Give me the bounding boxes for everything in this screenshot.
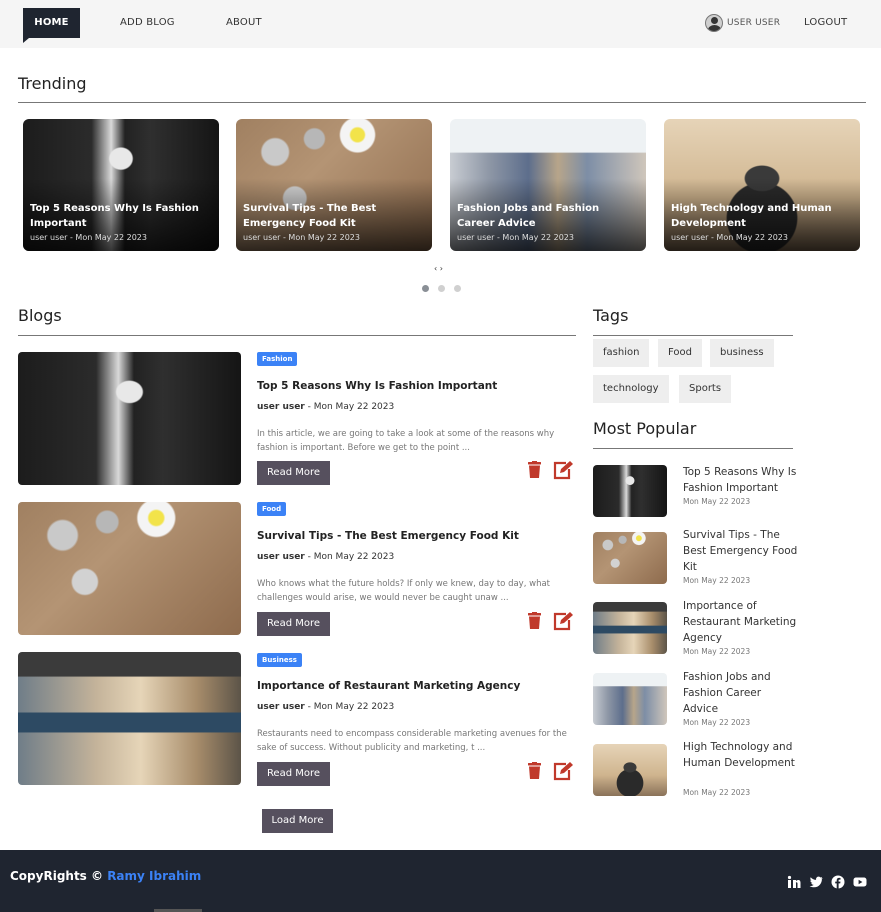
blog-byline: user user - Mon May 22 2023 bbox=[257, 402, 394, 412]
popular-post-title[interactable]: High Technology and Human Development bbox=[683, 739, 798, 771]
read-more-button[interactable]: Read More bbox=[257, 612, 330, 636]
divider bbox=[593, 335, 793, 336]
popular-post-image[interactable] bbox=[593, 602, 667, 654]
popular-post-image[interactable] bbox=[593, 532, 667, 584]
facebook-icon[interactable] bbox=[831, 874, 845, 889]
trending-card-title: Fashion Jobs and Fashion Career Advice bbox=[457, 203, 600, 229]
top-navbar: HOME ADD BLOG ABOUT USER USER LOGOUT bbox=[0, 0, 881, 48]
twitter-icon[interactable] bbox=[809, 874, 823, 888]
tag-business[interactable]: business bbox=[710, 339, 774, 367]
tag-fashion[interactable]: fashion bbox=[593, 339, 650, 367]
blog-byline: user user - Mon May 22 2023 bbox=[257, 552, 394, 562]
popular-post-date: Mon May 22 2023 bbox=[683, 497, 751, 506]
trending-card[interactable]: High Technology and Human Development us… bbox=[664, 119, 860, 251]
nav-about-link[interactable]: ABOUT bbox=[226, 8, 262, 38]
load-more-button[interactable]: Load More bbox=[262, 809, 333, 833]
blogs-heading: Blogs bbox=[18, 306, 62, 325]
popular-post-title[interactable]: Top 5 Reasons Why Is Fashion Important bbox=[683, 464, 798, 496]
blog-image[interactable] bbox=[18, 352, 241, 485]
copyright-text: CopyRights © bbox=[10, 869, 108, 883]
blog-title[interactable]: Top 5 Reasons Why Is Fashion Important bbox=[257, 380, 497, 392]
blog-date: - Mon May 22 2023 bbox=[304, 702, 395, 712]
category-badge[interactable]: Business bbox=[257, 653, 302, 667]
trending-card[interactable]: Survival Tips - The Best Emergency Food … bbox=[236, 119, 432, 251]
blog-date: - Mon May 22 2023 bbox=[304, 552, 395, 562]
most-popular-heading: Most Popular bbox=[593, 419, 697, 438]
tag-food[interactable]: Food bbox=[658, 339, 702, 367]
nav-home-link[interactable]: HOME bbox=[23, 8, 80, 43]
edit-icon[interactable] bbox=[552, 611, 574, 631]
youtube-icon[interactable] bbox=[853, 874, 867, 888]
blog-title[interactable]: Survival Tips - The Best Emergency Food … bbox=[257, 530, 519, 542]
tag-sports[interactable]: Sports bbox=[679, 375, 732, 403]
popular-post-date: Mon May 22 2023 bbox=[683, 718, 751, 727]
blog-author: user user bbox=[257, 402, 305, 412]
category-badge[interactable]: Fashion bbox=[257, 352, 298, 366]
user-profile-link[interactable]: USER USER bbox=[705, 8, 780, 38]
trash-icon[interactable] bbox=[527, 612, 542, 629]
blog-author: user user bbox=[257, 552, 305, 562]
divider bbox=[593, 448, 793, 449]
blog-author: user user bbox=[257, 702, 305, 712]
category-badge[interactable]: Food bbox=[257, 502, 287, 516]
read-more-button[interactable]: Read More bbox=[257, 762, 330, 786]
popular-post-date: Mon May 22 2023 bbox=[683, 576, 751, 585]
trending-card-title: Top 5 Reasons Why Is Fashion Important bbox=[30, 203, 199, 229]
blog-excerpt: Restaurants need to encompass considerab… bbox=[257, 729, 567, 753]
tag-technology[interactable]: technology bbox=[593, 375, 669, 403]
linkedin-icon[interactable] bbox=[787, 874, 801, 888]
blog-title[interactable]: Importance of Restaurant Marketing Agenc… bbox=[257, 680, 520, 692]
carousel-dot[interactable] bbox=[454, 285, 461, 292]
trending-card-title: Survival Tips - The Best Emergency Food … bbox=[243, 203, 377, 229]
nav-logout-link[interactable]: LOGOUT bbox=[804, 8, 847, 38]
popular-post-title[interactable]: Importance of Restaurant Marketing Agenc… bbox=[683, 598, 798, 646]
edit-icon[interactable] bbox=[552, 460, 574, 480]
copyright: CopyRights © Ramy Ibrahim bbox=[10, 869, 201, 883]
trending-card-meta: user user - Mon May 22 2023 bbox=[30, 233, 147, 242]
popular-post-date: Mon May 22 2023 bbox=[683, 788, 751, 797]
trending-heading: Trending bbox=[18, 74, 87, 93]
trending-card-title: High Technology and Human Development bbox=[671, 203, 832, 229]
footer: CopyRights © Ramy Ibrahim bbox=[0, 850, 881, 912]
trending-card-meta: user user - Mon May 22 2023 bbox=[671, 233, 788, 242]
read-more-button[interactable]: Read More bbox=[257, 461, 330, 485]
blog-date: - Mon May 22 2023 bbox=[304, 402, 395, 412]
popular-post-title[interactable]: Fashion Jobs and Fashion Career Advice bbox=[683, 669, 798, 717]
tags-heading: Tags bbox=[593, 306, 629, 325]
nav-add-blog-link[interactable]: ADD BLOG bbox=[120, 8, 175, 38]
divider bbox=[18, 102, 866, 103]
carousel-dot[interactable] bbox=[438, 285, 445, 292]
user-name: USER USER bbox=[727, 18, 781, 28]
avatar bbox=[705, 14, 723, 32]
trending-card[interactable]: Fashion Jobs and Fashion Career Advice u… bbox=[450, 119, 646, 251]
blog-excerpt: In this article, we are going to take a … bbox=[257, 429, 555, 453]
popular-post-date: Mon May 22 2023 bbox=[683, 647, 751, 656]
popular-post-image[interactable] bbox=[593, 673, 667, 725]
blog-image[interactable] bbox=[18, 652, 241, 785]
popular-post-image[interactable] bbox=[593, 465, 667, 517]
trending-card-meta: user user - Mon May 22 2023 bbox=[243, 233, 360, 242]
popular-post-title[interactable]: Survival Tips - The Best Emergency Food … bbox=[683, 527, 798, 575]
blog-image[interactable] bbox=[18, 502, 241, 635]
trash-icon[interactable] bbox=[527, 762, 542, 779]
divider bbox=[18, 335, 576, 336]
blog-excerpt: Who knows what the future holds? If only… bbox=[257, 579, 550, 603]
trending-card[interactable]: Top 5 Reasons Why Is Fashion Important u… bbox=[23, 119, 219, 251]
carousel-arrows[interactable]: ‹ › bbox=[434, 264, 443, 273]
blog-byline: user user - Mon May 22 2023 bbox=[257, 702, 394, 712]
edit-icon[interactable] bbox=[552, 761, 574, 781]
carousel-dot[interactable] bbox=[422, 285, 429, 292]
popular-post-image[interactable] bbox=[593, 744, 667, 796]
copyright-owner[interactable]: Ramy Ibrahim bbox=[107, 869, 201, 883]
trending-card-meta: user user - Mon May 22 2023 bbox=[457, 233, 574, 242]
trash-icon[interactable] bbox=[527, 461, 542, 478]
